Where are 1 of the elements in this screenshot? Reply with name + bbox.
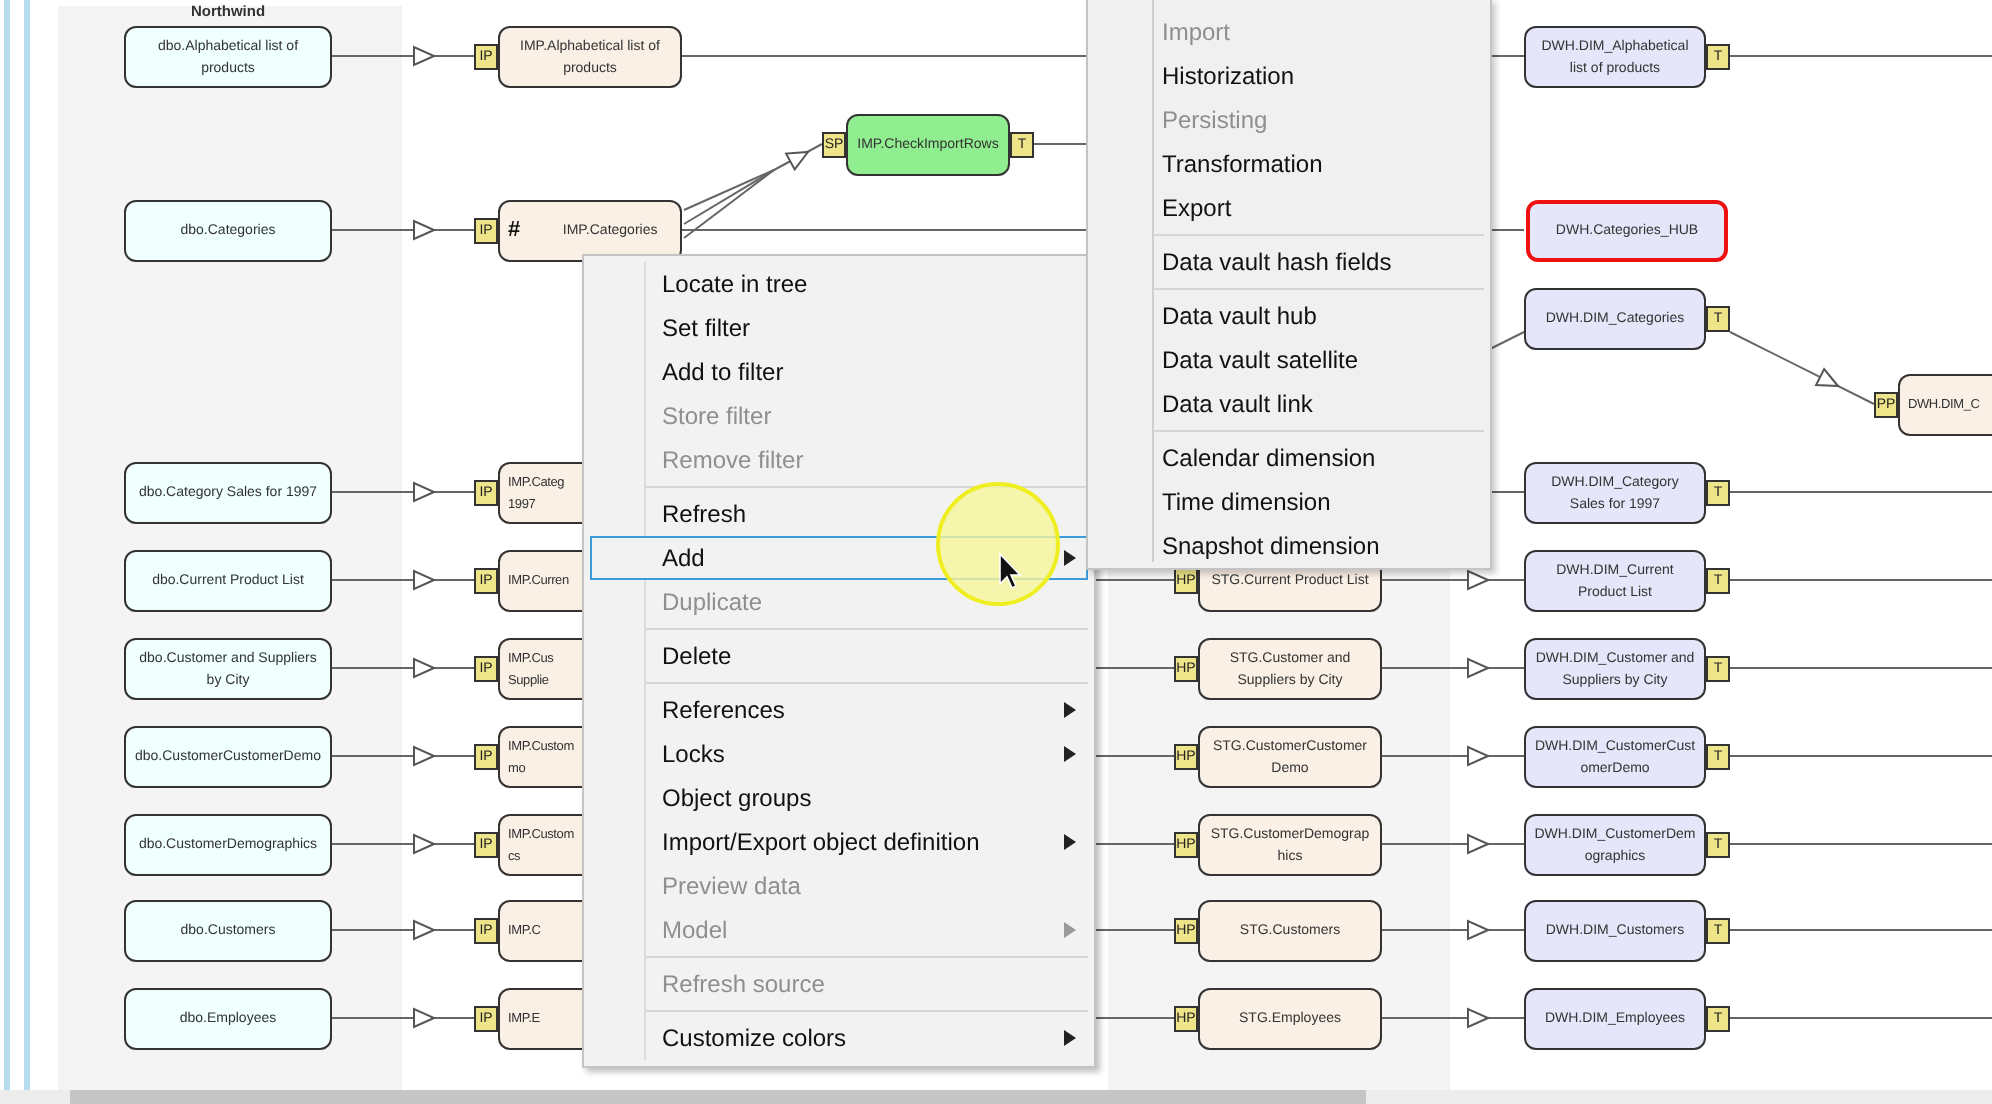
hash-mark: # bbox=[508, 216, 521, 247]
